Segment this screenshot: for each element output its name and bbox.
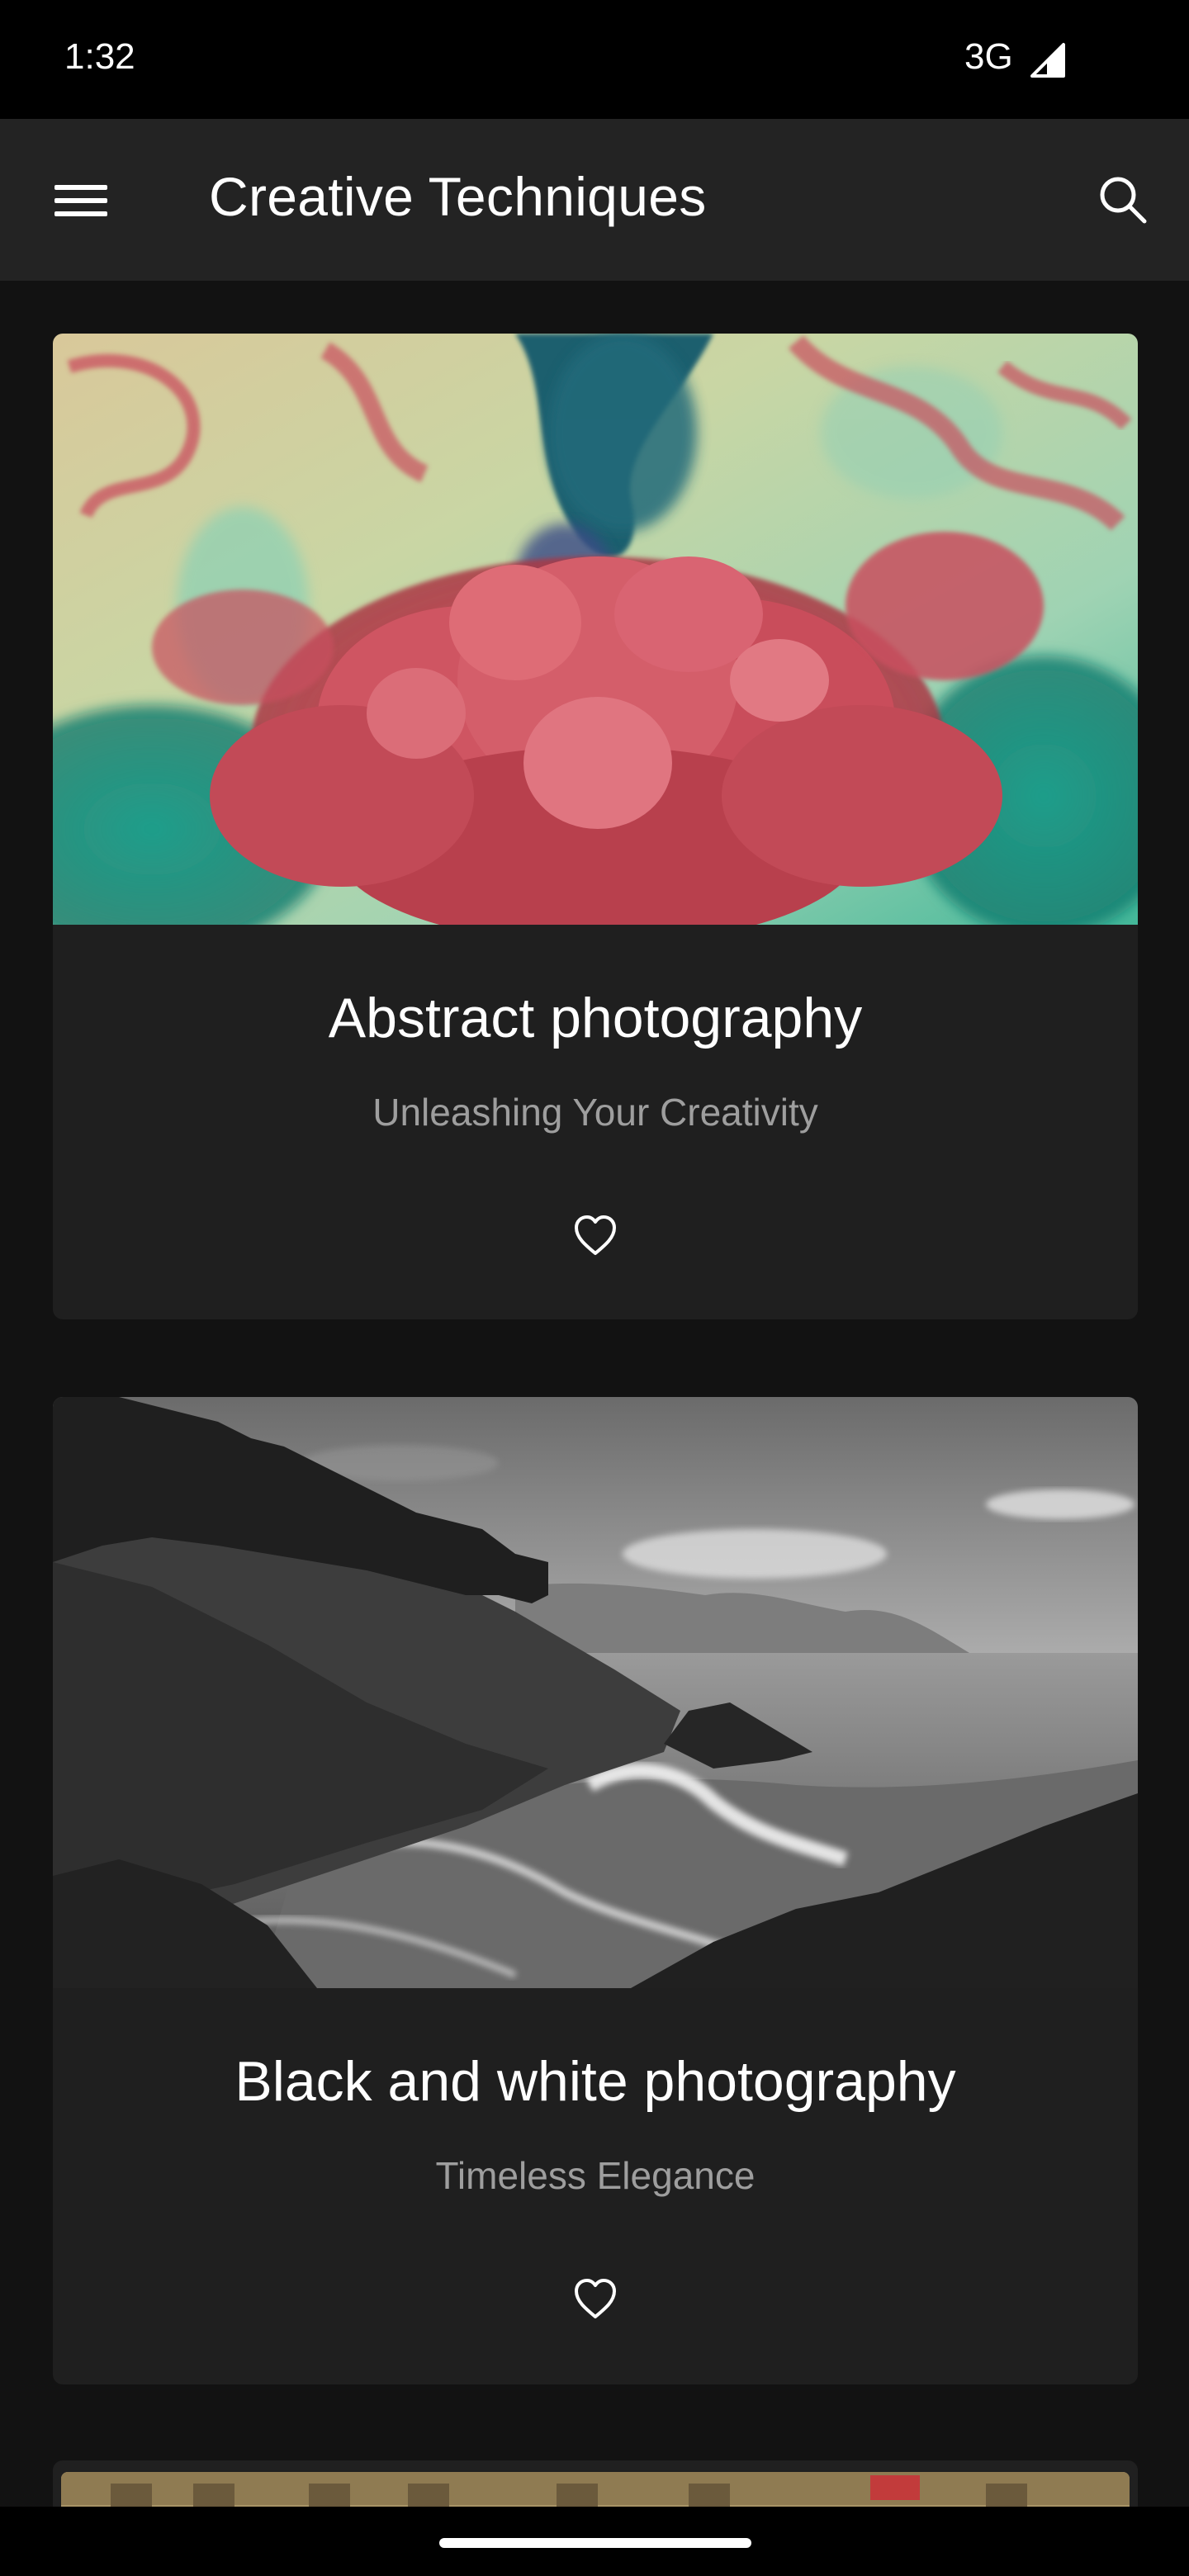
card-title: Abstract photography [328, 987, 863, 1049]
abstract-ink-smoke-photo[interactable] [53, 334, 1138, 925]
card-title: Black and white photography [234, 2050, 956, 2113]
technique-feed[interactable]: Abstract photography Unleashing Your Cre… [0, 281, 1189, 2576]
cellular-signal-icon [1030, 43, 1065, 78]
heart-outline-icon[interactable] [569, 1209, 622, 1262]
home-gesture-handle[interactable] [439, 2538, 751, 2548]
card-subtitle: Unleashing Your Creativity [372, 1091, 818, 1134]
status-time: 1:32 [64, 36, 135, 77]
black-and-white-coastline-photo[interactable] [53, 1397, 1138, 1988]
technique-card-abstract[interactable]: Abstract photography Unleashing Your Cre… [53, 334, 1138, 1319]
card-subtitle: Timeless Elegance [435, 2154, 756, 2197]
top-app-bar: Creative Techniques [0, 119, 1189, 281]
status-bar: 1:32 3G [0, 0, 1189, 119]
network-type: 3G [964, 36, 1013, 77]
page-title: Creative Techniques [209, 166, 707, 227]
app-screen: 1:32 3G Creative Techniques Abstract pho… [0, 0, 1189, 2576]
technique-card-black-and-white[interactable]: Black and white photography Timeless Ele… [53, 1397, 1138, 2384]
system-navigation-bar [0, 2507, 1189, 2576]
heart-outline-icon[interactable] [569, 2272, 622, 2325]
hamburger-menu-icon[interactable] [54, 182, 107, 220]
search-icon[interactable] [1097, 173, 1149, 226]
